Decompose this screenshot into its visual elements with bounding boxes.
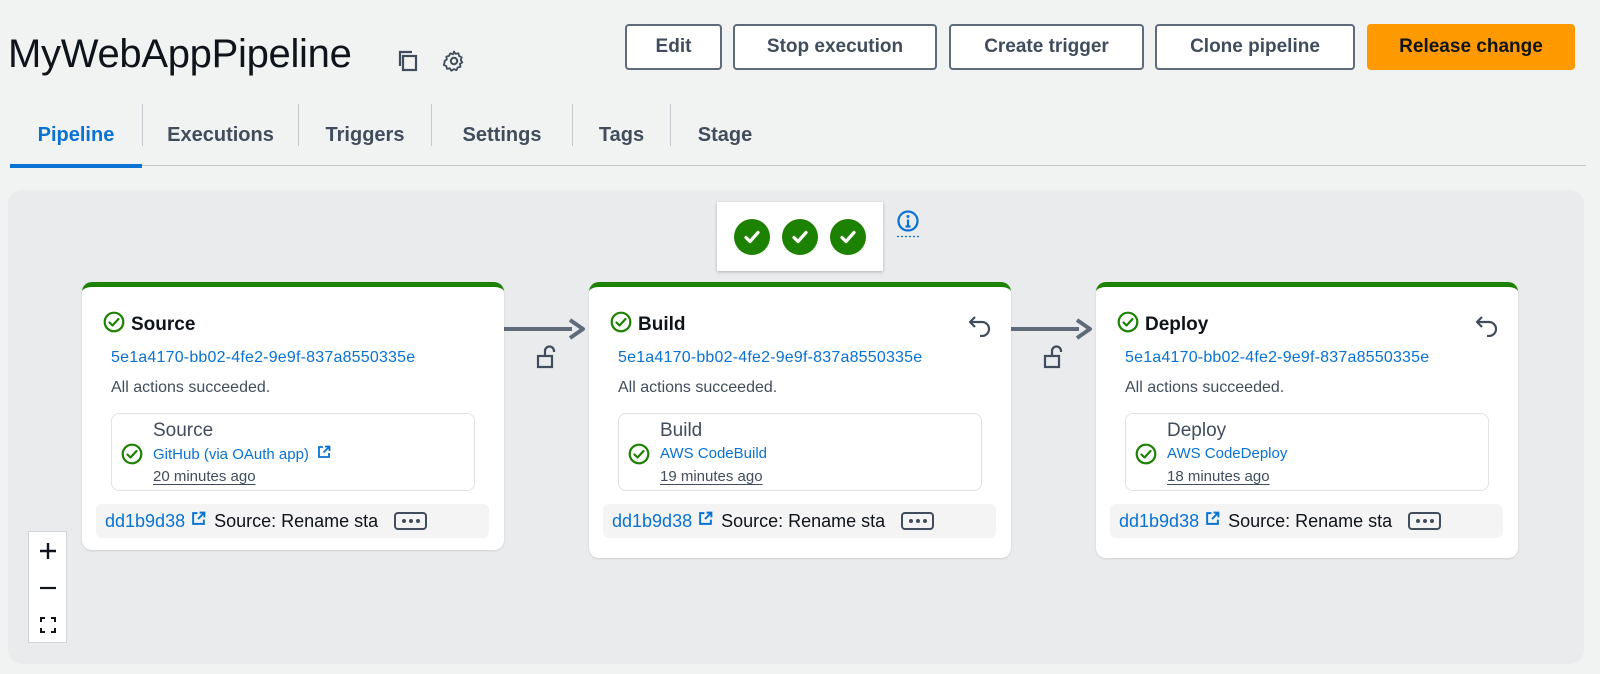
action-name: Build <box>660 420 703 441</box>
commit-row: dd1b9d38 Source: Rename sta <box>96 504 489 538</box>
more-options-button[interactable] <box>901 512 935 530</box>
zoom-in-icon[interactable] <box>29 532 66 569</box>
action-name: Source <box>153 420 214 441</box>
more-options-button[interactable] <box>394 512 428 530</box>
action-provider-link[interactable]: GitHub (via OAuth app) <box>153 445 331 463</box>
stage-card-source: Source 5e1a4170-bb02-4fe2-9e9f-837a85503… <box>82 282 504 550</box>
commit-id-link[interactable]: dd1b9d38 <box>1119 511 1199 532</box>
action-timestamp[interactable]: 18 minutes ago <box>1167 468 1270 485</box>
transition-arrow <box>504 327 572 331</box>
action-name: Deploy <box>1167 420 1227 441</box>
clone-pipeline-button[interactable]: Clone pipeline <box>1155 24 1355 70</box>
action-card: Build AWS CodeBuild 19 minutes ago <box>618 413 982 491</box>
success-check-icon <box>628 443 650 470</box>
tab-executions[interactable]: Executions <box>143 104 298 166</box>
commit-message: Source: Rename sta <box>214 510 379 531</box>
external-link-icon[interactable] <box>698 511 713 531</box>
success-check-icon <box>103 311 125 338</box>
copy-icon[interactable] <box>395 48 421 74</box>
commit-id-link[interactable]: dd1b9d38 <box>612 511 692 532</box>
tab-pipeline[interactable]: Pipeline <box>10 104 142 168</box>
arrow-head-icon <box>1075 318 1092 340</box>
success-check-icon <box>830 218 866 255</box>
stage-name: Source <box>131 313 196 335</box>
provider-label: AWS CodeDeploy <box>1167 445 1288 462</box>
commit-row: dd1b9d38 Source: Rename sta <box>1110 504 1503 538</box>
unlock-icon[interactable] <box>1043 345 1065 369</box>
execution-id-link[interactable]: 5e1a4170-bb02-4fe2-9e9f-837a8550335e <box>111 349 415 367</box>
success-check-icon <box>121 443 143 470</box>
tab-bar: Pipeline Executions Triggers Settings Ta… <box>10 104 1586 168</box>
more-options-button[interactable] <box>1408 512 1442 530</box>
commit-row: dd1b9d38 Source: Rename sta <box>603 504 996 538</box>
stage-status-message: All actions succeeded. <box>1125 379 1285 396</box>
tab-triggers[interactable]: Triggers <box>299 104 431 166</box>
zoom-controls <box>28 531 67 643</box>
stage-card-deploy: Deploy 5e1a4170-bb02-4fe2-9e9f-837a85503… <box>1096 282 1518 558</box>
action-timestamp[interactable]: 20 minutes ago <box>153 468 256 485</box>
stage-header: Build <box>610 311 686 338</box>
execution-id-link[interactable]: 5e1a4170-bb02-4fe2-9e9f-837a8550335e <box>618 349 922 367</box>
retry-icon[interactable] <box>1474 313 1500 338</box>
external-link-icon <box>317 445 331 463</box>
info-icon[interactable] <box>896 210 920 238</box>
tab-stage[interactable]: Stage <box>671 104 779 166</box>
fit-view-icon[interactable] <box>29 606 66 643</box>
stage-name: Build <box>638 313 686 335</box>
transition-arrow <box>1011 327 1079 331</box>
pipeline-title: MyWebAppPipeline <box>8 32 352 76</box>
external-link-icon[interactable] <box>191 511 206 531</box>
stage-header: Source <box>103 311 195 338</box>
arrow-head-icon <box>568 318 585 340</box>
edit-button[interactable]: Edit <box>625 24 722 70</box>
stage-status-message: All actions succeeded. <box>618 379 778 396</box>
action-card: Deploy AWS CodeDeploy 18 minutes ago <box>1125 413 1489 491</box>
action-provider-link[interactable]: AWS CodeBuild <box>660 445 767 462</box>
provider-label: AWS CodeBuild <box>660 445 767 462</box>
commit-message: Source: Rename sta <box>1228 510 1393 531</box>
success-check-icon <box>610 311 632 338</box>
success-check-icon <box>1117 311 1139 338</box>
unlock-icon[interactable] <box>536 345 558 369</box>
overall-status <box>717 202 883 271</box>
provider-label: GitHub (via OAuth app) <box>153 445 309 463</box>
action-card: Source GitHub (via OAuth app) 20 minutes… <box>111 413 475 491</box>
stop-execution-button[interactable]: Stop execution <box>733 24 937 70</box>
external-link-icon[interactable] <box>1205 511 1220 531</box>
tab-settings[interactable]: Settings <box>432 104 572 166</box>
gear-icon[interactable] <box>441 48 467 74</box>
stage-header: Deploy <box>1117 311 1208 338</box>
commit-id-link[interactable]: dd1b9d38 <box>105 511 185 532</box>
create-trigger-button[interactable]: Create trigger <box>949 24 1144 70</box>
tab-tags[interactable]: Tags <box>573 104 670 166</box>
success-check-icon <box>782 218 818 255</box>
retry-icon[interactable] <box>967 313 993 338</box>
stage-card-build: Build 5e1a4170-bb02-4fe2-9e9f-837a855033… <box>589 282 1011 558</box>
action-provider-link[interactable]: AWS CodeDeploy <box>1167 445 1287 462</box>
stage-status-message: All actions succeeded. <box>111 379 271 396</box>
stage-name: Deploy <box>1145 313 1209 335</box>
execution-id-link[interactable]: 5e1a4170-bb02-4fe2-9e9f-837a8550335e <box>1125 349 1429 367</box>
action-timestamp[interactable]: 19 minutes ago <box>660 468 763 485</box>
zoom-out-icon[interactable] <box>29 569 66 606</box>
commit-message: Source: Rename sta <box>721 510 886 531</box>
success-check-icon <box>1135 443 1157 470</box>
release-change-button[interactable]: Release change <box>1367 24 1575 70</box>
success-check-icon <box>734 218 770 255</box>
